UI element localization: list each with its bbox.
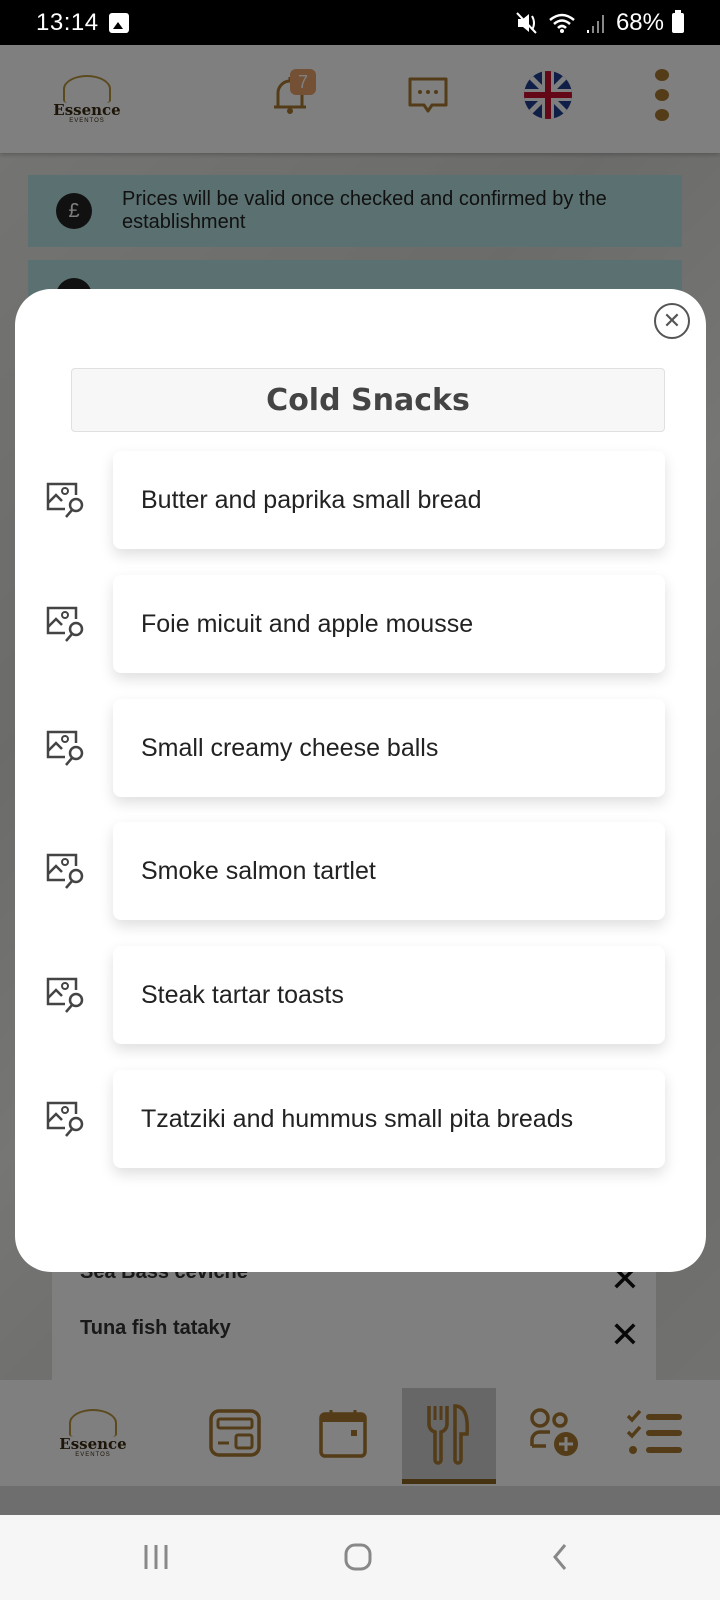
image-search-icon[interactable] <box>45 852 85 890</box>
menu-item-name: Tzatziki and hummus small pita breads <box>141 1104 574 1133</box>
menu-item-row: Steak tartar toasts <box>15 946 706 1044</box>
menu-item-card[interactable]: Steak tartar toasts <box>113 946 665 1044</box>
menu-item-card[interactable]: Small creamy cheese balls <box>113 699 665 797</box>
menu-item-name: Butter and paprika small bread <box>141 485 482 514</box>
gallery-icon <box>108 12 129 33</box>
close-button[interactable]: ✕ <box>654 303 690 339</box>
wifi-icon <box>549 13 575 33</box>
menu-item-card[interactable]: Smoke salmon tartlet <box>113 822 665 920</box>
home-button[interactable] <box>328 1537 388 1577</box>
menu-item-row: Tzatziki and hummus small pita breads <box>15 1070 706 1168</box>
close-icon: ✕ <box>662 308 682 333</box>
modal-title: Cold Snacks <box>266 382 470 418</box>
image-search-icon[interactable] <box>45 481 85 519</box>
mute-icon <box>516 11 537 34</box>
menu-item-row: Smoke salmon tartlet <box>15 822 706 920</box>
battery-percent: 68% <box>615 8 664 36</box>
image-search-icon[interactable] <box>45 1100 85 1138</box>
cold-snacks-modal: ✕ Cold Snacks Butter and paprika small b… <box>15 289 706 1272</box>
status-icons: 68% <box>516 9 684 37</box>
menu-item-name: Foie micuit and apple mousse <box>141 609 474 638</box>
image-search-icon[interactable] <box>45 729 85 767</box>
home-icon <box>344 1543 372 1571</box>
back-icon <box>553 1544 567 1570</box>
menu-item-name: Smoke salmon tartlet <box>141 856 376 885</box>
menu-item-card[interactable]: Butter and paprika small bread <box>113 451 665 549</box>
modal-title-box: Cold Snacks <box>71 368 665 432</box>
back-button[interactable] <box>530 1537 590 1577</box>
menu-item-name: Small creamy cheese balls <box>141 733 439 762</box>
recents-button[interactable] <box>126 1537 186 1577</box>
image-search-icon[interactable] <box>45 605 85 643</box>
menu-item-card[interactable]: Foie micuit and apple mousse <box>113 575 665 673</box>
signal-icon <box>586 14 604 33</box>
menu-item-name: Steak tartar toasts <box>141 980 344 1009</box>
menu-item-row: Small creamy cheese balls <box>15 699 706 797</box>
status-bar: 13:14 68% <box>0 0 720 45</box>
image-search-icon[interactable] <box>45 976 85 1014</box>
menu-item-card[interactable]: Tzatziki and hummus small pita breads <box>113 1070 665 1168</box>
system-nav-bar <box>0 1515 720 1600</box>
menu-item-row: Butter and paprika small bread <box>15 451 706 549</box>
status-time: 13:14 <box>36 8 99 36</box>
menu-item-row: Foie micuit and apple mousse <box>15 575 706 673</box>
recents-icon <box>144 1545 168 1569</box>
battery-charging-icon <box>672 9 684 33</box>
